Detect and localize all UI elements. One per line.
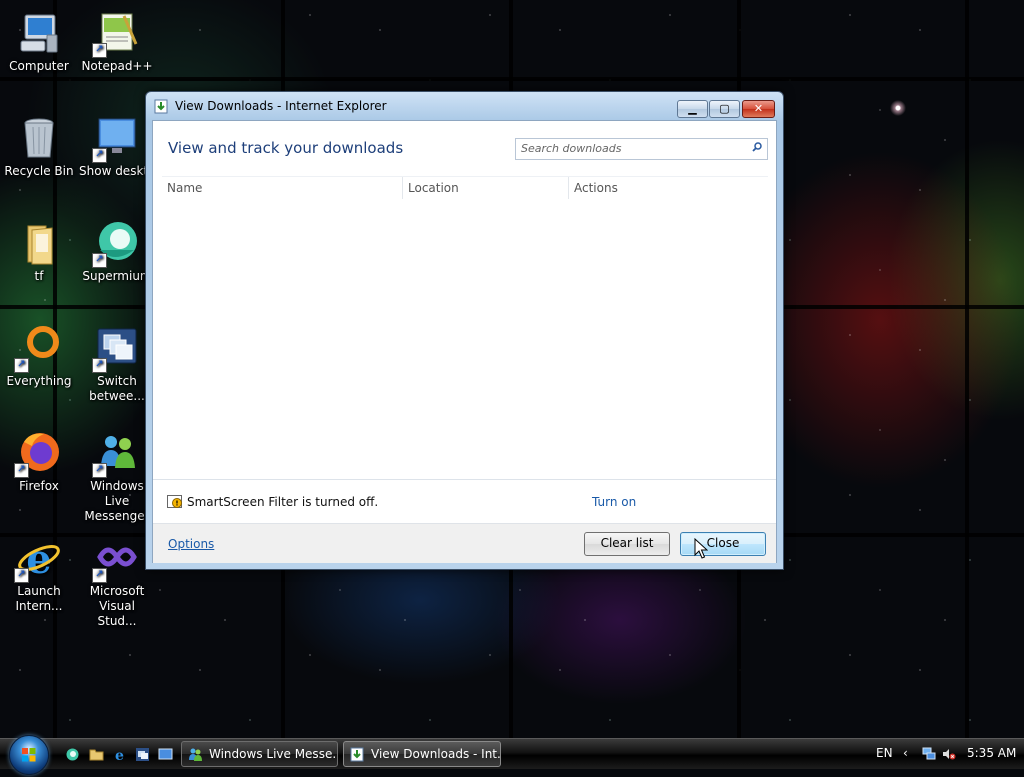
shortcut-arrow-icon: ↗ [92,148,107,163]
desktop-icon-supermium[interactable]: ↗ Supermium [79,220,155,284]
show-hidden-icons-chevron-icon[interactable]: ‹ [903,739,908,768]
system-clock[interactable]: 5:35 AM [967,739,1016,768]
shortcut-arrow-icon: ↗ [14,358,29,373]
network-icon[interactable] [922,747,936,761]
minimize-icon: ▁ [688,102,697,115]
close-button[interactable]: Close [680,532,766,556]
taskbar-button-windows-live-messenger[interactable]: Windows Live Messe... [181,741,338,767]
windows-logo-icon [22,748,36,762]
quicklaunch-messenger-icon[interactable] [65,747,80,762]
close-window-button[interactable]: ✕ [742,100,775,118]
desktop-icon-switch-windows[interactable]: ↗ Switch betwee... [79,325,155,404]
recycle-bin-icon [16,115,62,161]
smartscreen-status-text: SmartScreen Filter is turned off. [187,495,379,509]
shortcut-arrow-icon: ↗ [14,568,29,583]
desktop-icon-label: Windows Live Messenger [84,479,150,523]
turn-on-smartscreen-link[interactable]: Turn on [592,495,636,509]
downloads-window-icon [350,747,364,762]
shortcut-arrow-icon: ↗ [92,568,107,583]
desktop-icon-label: Recycle Bin [4,164,74,178]
computer-icon [16,10,62,56]
svg-text:e: e [26,536,51,581]
desktop-icon-label: Launch Intern... [15,584,63,613]
maximize-icon: ▢ [719,102,730,115]
desktop-icon-label: Switch betwee... [89,374,145,403]
visual-studio-icon: ↗ [92,535,140,583]
search-icon[interactable] [752,142,762,152]
desktop-icon-label: Firefox [19,479,59,493]
windows-live-messenger-icon: ↗ [92,430,140,478]
window-titlebar[interactable]: View Downloads - Internet Explorer ▁ ▢ ✕ [146,92,783,120]
view-downloads-window: View Downloads - Internet Explorer ▁ ▢ ✕… [145,91,784,570]
smartscreen-warning-icon [167,495,182,508]
quicklaunch-internet-explorer-icon[interactable]: e [112,747,127,762]
language-indicator[interactable]: EN [876,739,893,768]
windows-live-messenger-icon [189,748,202,761]
folder-icon [16,220,62,266]
supermium-icon: ↗ [92,220,140,268]
dialog-footer: Options Clear list Close [153,523,776,563]
shortcut-arrow-icon: ↗ [92,463,107,478]
shortcut-arrow-icon: ↗ [14,463,29,478]
column-header-name[interactable]: Name [162,177,403,199]
everything-search-icon: ↗ [14,325,62,373]
taskbar-button-label: Windows Live Messe... [209,747,338,761]
firefox-icon: ↗ [14,430,62,478]
switch-windows-icon: ↗ [92,325,140,373]
search-box[interactable] [515,138,768,160]
taskbar: e Windows Live Messe... View Downloads -… [0,735,1024,775]
downloads-window-icon [154,99,169,114]
downloads-content: View and track your downloads Name Locat… [152,120,777,563]
column-header-actions[interactable]: Actions [569,177,768,199]
start-button[interactable] [9,735,49,775]
minimize-button[interactable]: ▁ [677,100,708,118]
clear-list-button[interactable]: Clear list [584,532,670,556]
desktop-icon-label: tf [34,269,44,283]
desktop-icon-windows-live-messenger[interactable]: ↗ Windows Live Messenger [79,430,155,524]
svg-text:e: e [115,748,124,762]
desktop-icon-label: Everything [6,374,72,388]
desktop-icon-label: Supermium [82,269,152,283]
downloads-column-headers: Name Location Actions [162,176,768,201]
close-icon: ✕ [753,102,764,115]
window-title: View Downloads - Internet Explorer [175,99,387,113]
desktop-icon-everything[interactable]: ↗ Everything [1,325,77,389]
desktop-icon-launch-internet-explorer[interactable]: e ↗ Launch Intern... [1,535,77,614]
quicklaunch-show-desktop-icon[interactable] [158,747,173,762]
bright-star [890,100,906,116]
shortcut-arrow-icon: ↗ [92,253,107,268]
internet-explorer-icon: e ↗ [14,535,62,583]
shortcut-arrow-icon: ↗ [92,358,107,373]
search-input[interactable] [516,139,743,157]
quicklaunch-folder-icon[interactable] [89,747,104,762]
desktop-icon-label: Computer [9,59,69,73]
taskbar-button-view-downloads[interactable]: View Downloads - Int... [343,741,501,767]
page-title: View and track your downloads [168,139,404,157]
desktop-icon-label: Show deskto [79,164,155,178]
desktop-icon-show-desktop[interactable]: ↗ Show deskto [79,115,155,179]
desktop-icon-tf[interactable]: tf [1,220,77,284]
show-desktop-icon: ↗ [92,115,140,163]
desktop-icon-label: Notepad++ [81,59,153,73]
column-header-location[interactable]: Location [403,177,569,199]
desktop-icon-firefox[interactable]: ↗ Firefox [1,430,77,494]
smartscreen-bar: SmartScreen Filter is turned off. Turn o… [153,479,776,524]
options-link[interactable]: Options [168,537,214,551]
desktop-icon-visual-studio[interactable]: ↗ Microsoft Visual Stud... [79,535,155,629]
maximize-button[interactable]: ▢ [709,100,740,118]
desktop-icon-notepad-plus-plus[interactable]: ↗ Notepad++ [79,10,155,74]
shortcut-arrow-icon: ↗ [92,43,107,58]
downloads-list[interactable] [162,200,768,478]
taskbar-button-label: View Downloads - Int... [371,747,501,761]
notepad-plus-plus-icon: ↗ [92,10,140,58]
volume-muted-icon[interactable] [942,747,956,761]
desktop-icon-computer[interactable]: Computer [1,10,77,74]
desktop-icon-recycle-bin[interactable]: Recycle Bin [1,115,77,179]
mouse-cursor-icon [694,538,708,559]
desktop-icon-label: Microsoft Visual Stud... [89,584,145,628]
quicklaunch-switch-windows-icon[interactable] [135,747,150,762]
